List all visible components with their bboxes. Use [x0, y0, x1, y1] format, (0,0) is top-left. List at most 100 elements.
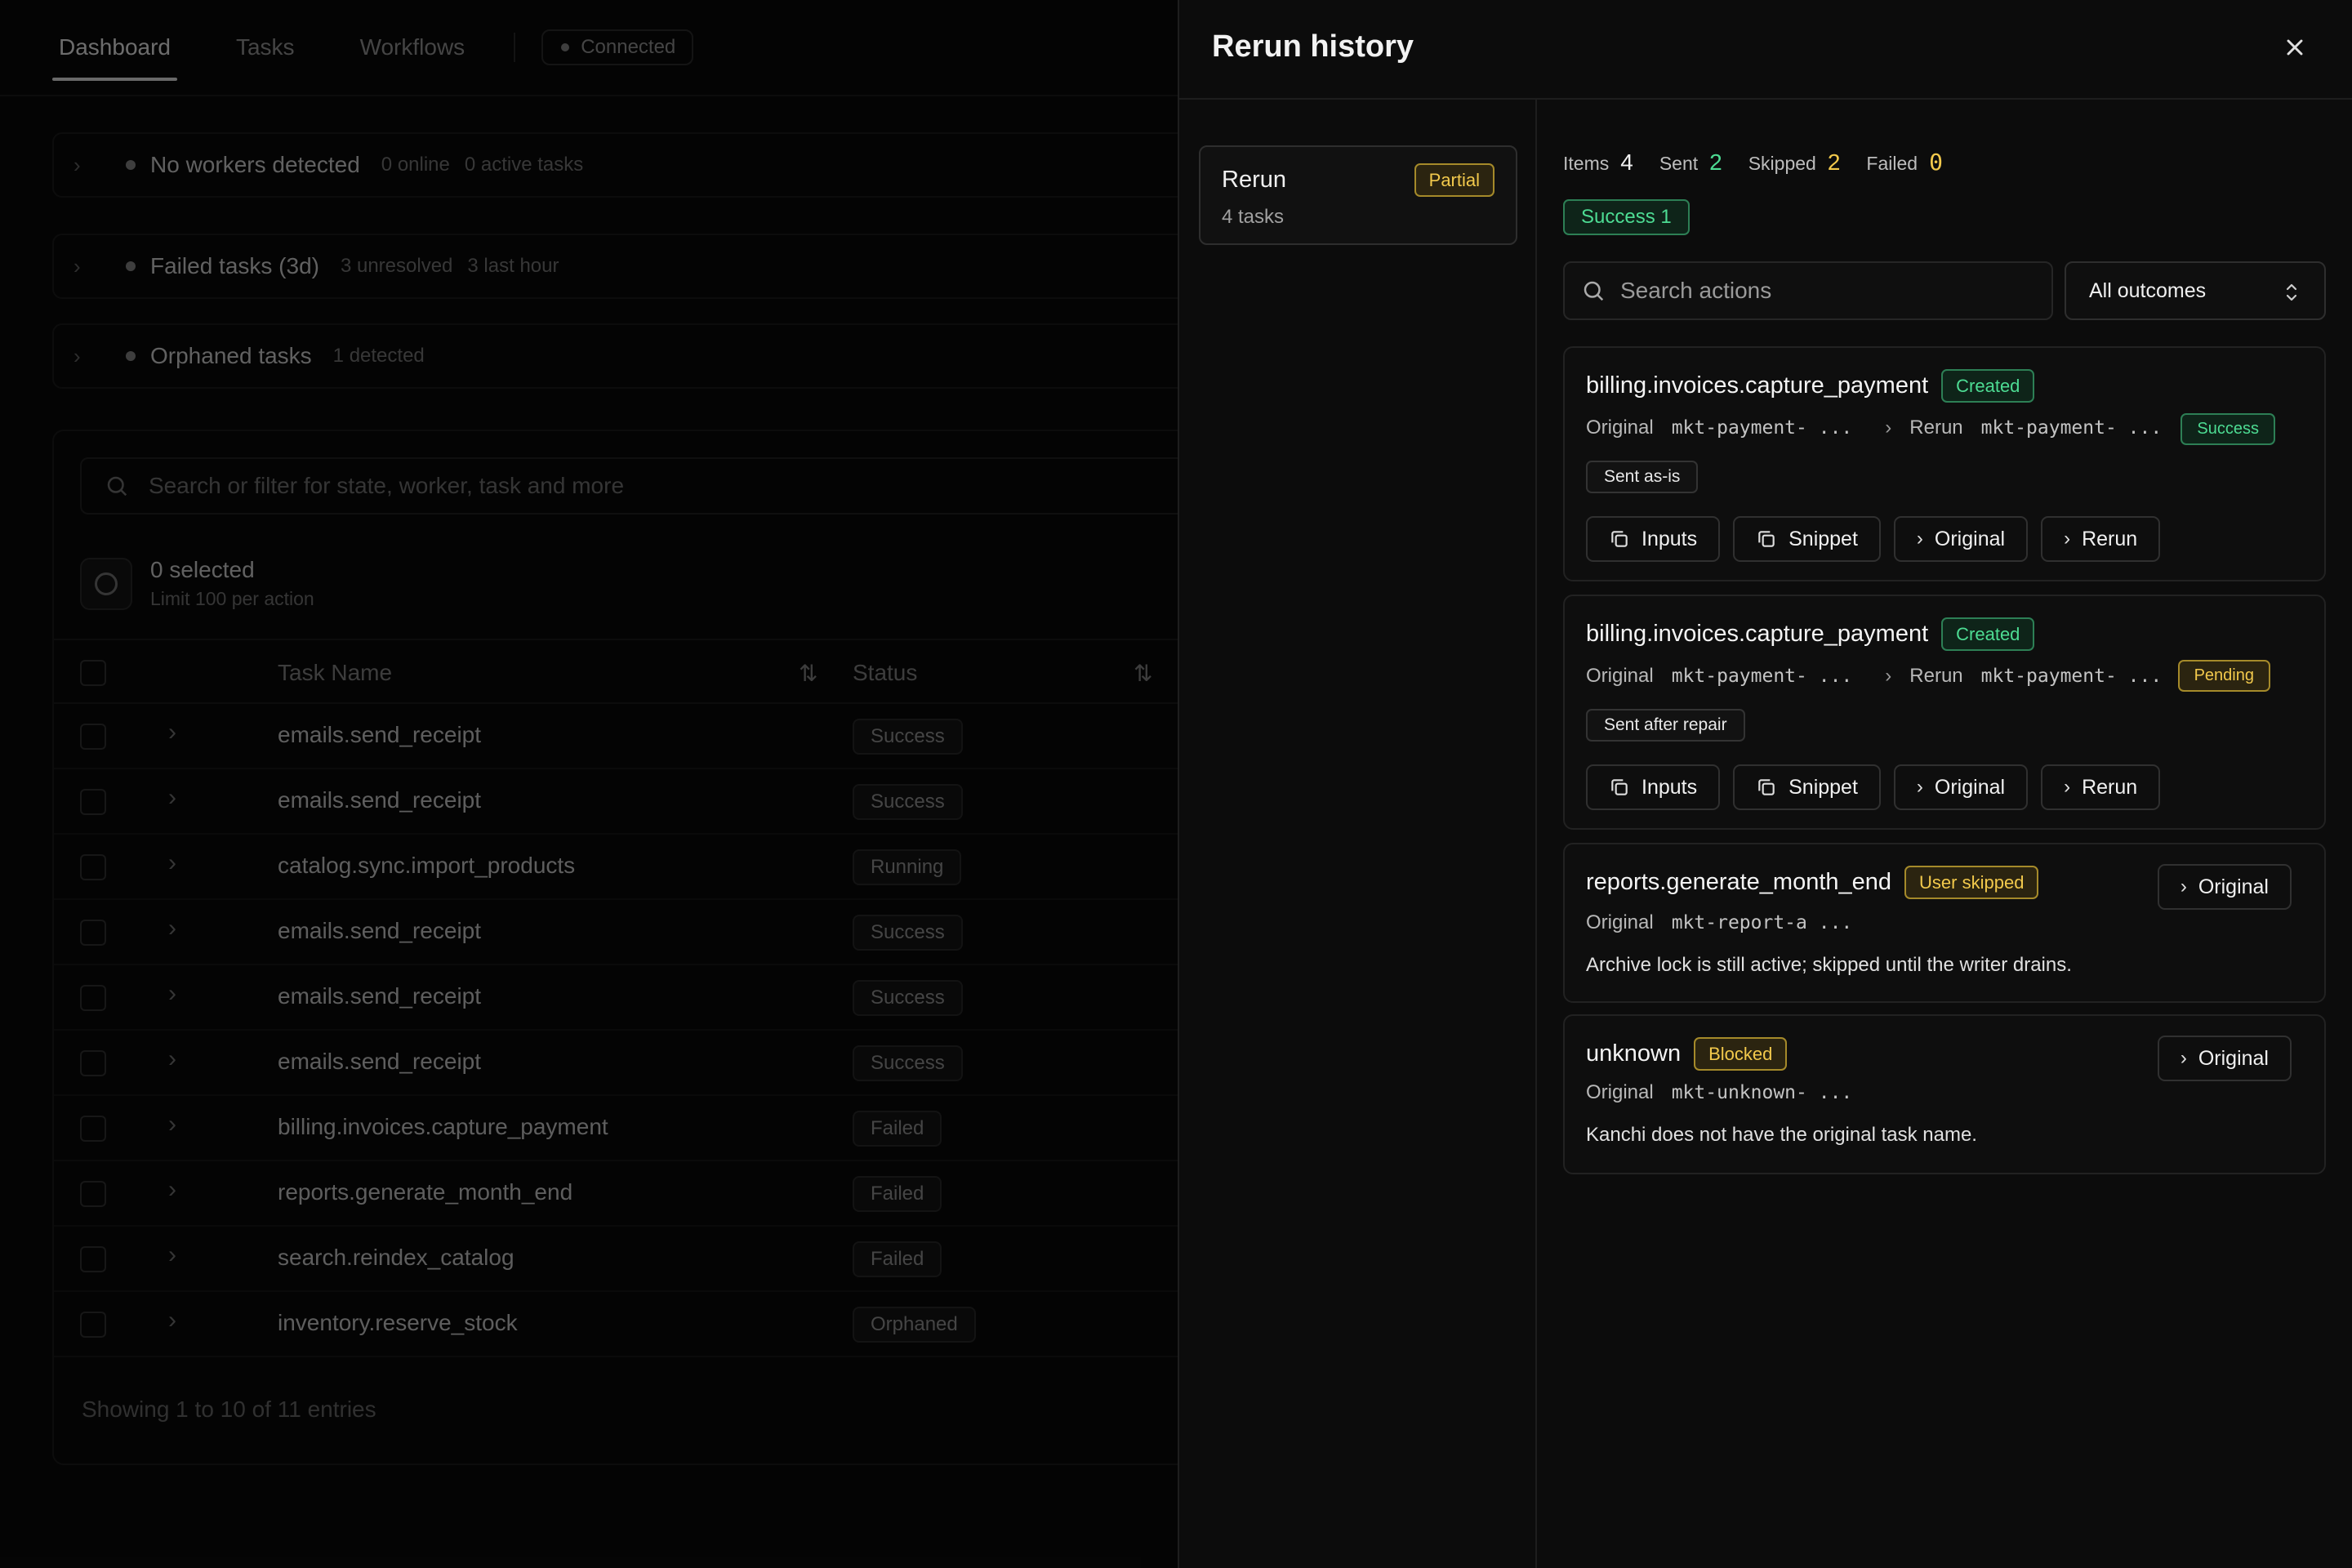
- tab-tasks[interactable]: Tasks: [236, 0, 295, 96]
- rerun-action-item: billing.invoices.capture_payment Created…: [1563, 595, 2326, 830]
- copy-inputs-button[interactable]: Inputs: [1586, 764, 1721, 810]
- chevron-right-icon[interactable]: ›: [168, 1176, 176, 1204]
- rerun-subtitle: 4 tasks: [1222, 206, 1285, 228]
- table-row[interactable]: › reports.generate_month_end Failed: [54, 1161, 1178, 1227]
- rerun-history-panel: Rerun history Rerun 4 tasks Partial Item…: [1178, 0, 2352, 1568]
- row-checkbox[interactable]: [80, 1312, 106, 1338]
- sort-icon[interactable]: ⇅: [1134, 660, 1152, 687]
- action-search-input[interactable]: [1620, 278, 2045, 304]
- selected-count: 0 selected: [150, 557, 255, 582]
- task-search-placeholder: Search or filter for state, worker, task…: [149, 473, 625, 498]
- table-row[interactable]: › catalog.sync.import_products Running: [54, 835, 1178, 900]
- stat-items-value: 4: [1620, 149, 1633, 175]
- table-row[interactable]: › emails.send_receipt Success: [54, 704, 1178, 769]
- action-search-field[interactable]: [1563, 261, 2053, 320]
- status-badge: Success: [853, 784, 963, 820]
- alert-no-workers[interactable]: › No workers detected 0 online 0 active …: [52, 132, 1178, 198]
- alert-title: No workers detected: [150, 152, 360, 177]
- row-checkbox[interactable]: [80, 985, 106, 1011]
- copy-snippet-button[interactable]: Snippet: [1733, 516, 1881, 562]
- row-checkbox[interactable]: [80, 789, 106, 815]
- blocked-badge: Blocked: [1694, 1037, 1788, 1071]
- row-checkbox[interactable]: [80, 1181, 106, 1207]
- rerun-list-item[interactable]: Rerun 4 tasks Partial: [1199, 145, 1517, 245]
- table-row[interactable]: › inventory.reserve_stock Orphaned: [54, 1292, 1178, 1357]
- original-task-id: mkt-payment- ...: [1671, 666, 1853, 687]
- sort-icon[interactable]: ⇅: [799, 660, 817, 687]
- row-checkbox[interactable]: [80, 1246, 106, 1272]
- rerun-stats: Items 4 Sent 2 Skipped 2 Failed 0: [1563, 149, 1969, 176]
- select-all-circle-icon[interactable]: [80, 557, 132, 610]
- action-task-name: billing.invoices.capture_payment: [1586, 621, 1929, 648]
- column-header-task-name[interactable]: Task Name: [278, 660, 392, 686]
- row-checkbox[interactable]: [80, 1050, 106, 1076]
- chevron-up-down-icon: [2286, 283, 2297, 301]
- created-badge: Created: [1941, 369, 2035, 403]
- open-original-button[interactable]: › Original: [1893, 516, 2029, 562]
- row-checkbox[interactable]: [80, 1116, 106, 1142]
- chevron-right-icon: ›: [2064, 776, 2071, 798]
- tab-workflows[interactable]: Workflows: [360, 0, 466, 96]
- task-name-cell: search.reindex_catalog: [278, 1245, 514, 1270]
- chevron-right-icon[interactable]: ›: [168, 719, 176, 746]
- original-label: Original: [1586, 416, 1654, 439]
- chevron-right-icon[interactable]: ›: [168, 915, 176, 942]
- table-row[interactable]: › emails.send_receipt Success: [54, 900, 1178, 965]
- chevron-right-icon[interactable]: ›: [168, 1241, 176, 1269]
- open-rerun-button[interactable]: › Rerun: [2041, 516, 2161, 562]
- open-original-button[interactable]: › Original: [2157, 864, 2292, 910]
- status-dot-icon: [126, 351, 136, 361]
- chevron-right-icon: ›: [74, 253, 81, 278]
- status-badge: Running: [853, 849, 962, 885]
- chevron-right-icon: ›: [1916, 776, 1923, 798]
- row-checkbox[interactable]: [80, 724, 106, 750]
- table-row[interactable]: › search.reindex_catalog Failed: [54, 1227, 1178, 1292]
- open-rerun-button[interactable]: › Rerun: [2041, 764, 2161, 810]
- chevron-right-icon: ›: [2064, 528, 2071, 550]
- table-row[interactable]: › emails.send_receipt Success: [54, 769, 1178, 835]
- table-row[interactable]: › billing.invoices.capture_payment Failed: [54, 1096, 1178, 1161]
- tasks-table-card: Search or filter for state, worker, task…: [52, 430, 1178, 1465]
- chevron-right-icon: ›: [1885, 665, 1892, 687]
- tab-dashboard[interactable]: Dashboard: [52, 0, 177, 96]
- alert-meta: 1 detected: [332, 345, 425, 367]
- original-task-id: mkt-payment- ...: [1671, 417, 1853, 439]
- chevron-right-icon[interactable]: ›: [168, 1045, 176, 1073]
- task-name-cell: catalog.sync.import_products: [278, 853, 576, 878]
- copy-inputs-button[interactable]: Inputs: [1586, 516, 1721, 562]
- table-header: Task Name ⇅ Status ⇅: [54, 639, 1178, 704]
- chevron-right-icon[interactable]: ›: [168, 980, 176, 1008]
- block-reason: Kanchi does not have the original task n…: [1586, 1124, 1977, 1146]
- task-search-input[interactable]: Search or filter for state, worker, task…: [80, 457, 1178, 514]
- open-original-button[interactable]: › Original: [2157, 1036, 2292, 1081]
- column-header-status[interactable]: Status: [853, 660, 917, 686]
- header-checkbox[interactable]: [80, 660, 106, 686]
- stat-skipped-label: Skipped: [1748, 153, 1816, 174]
- row-checkbox[interactable]: [80, 854, 106, 880]
- outcome-filter-select[interactable]: All outcomes: [2065, 261, 2326, 320]
- chevron-right-icon[interactable]: ›: [168, 849, 176, 877]
- alert-failed-tasks[interactable]: › Failed tasks (3d) 3 unresolved 3 last …: [52, 234, 1178, 299]
- action-task-name: reports.generate_month_end: [1586, 869, 1892, 896]
- success-count-badge[interactable]: Success 1: [1563, 199, 1690, 235]
- created-badge: Created: [1941, 617, 2035, 652]
- alert-orphaned-tasks[interactable]: › Orphaned tasks 1 detected: [52, 323, 1178, 389]
- chevron-right-icon[interactable]: ›: [168, 1111, 176, 1138]
- rerun-list: Rerun 4 tasks Partial: [1179, 100, 1537, 1568]
- chevron-right-icon[interactable]: ›: [168, 784, 176, 812]
- open-original-button[interactable]: › Original: [1893, 764, 2029, 810]
- send-mode-badge: Sent after repair: [1586, 709, 1745, 742]
- alert-meta: 0 active tasks: [464, 154, 584, 176]
- row-checkbox[interactable]: [80, 920, 106, 946]
- search-icon: [107, 476, 127, 497]
- outcome-filter-value: All outcomes: [2089, 278, 2207, 302]
- task-name-cell: emails.send_receipt: [278, 1049, 482, 1074]
- table-row[interactable]: › emails.send_receipt Success: [54, 965, 1178, 1031]
- copy-icon: [1611, 779, 1628, 795]
- table-row[interactable]: › emails.send_receipt Success: [54, 1031, 1178, 1096]
- copy-snippet-button[interactable]: Snippet: [1733, 764, 1881, 810]
- chevron-right-icon[interactable]: ›: [168, 1307, 176, 1334]
- close-icon[interactable]: [2282, 34, 2308, 60]
- chevron-right-icon: ›: [1916, 528, 1923, 550]
- connection-status-badge: Connected: [541, 29, 694, 65]
